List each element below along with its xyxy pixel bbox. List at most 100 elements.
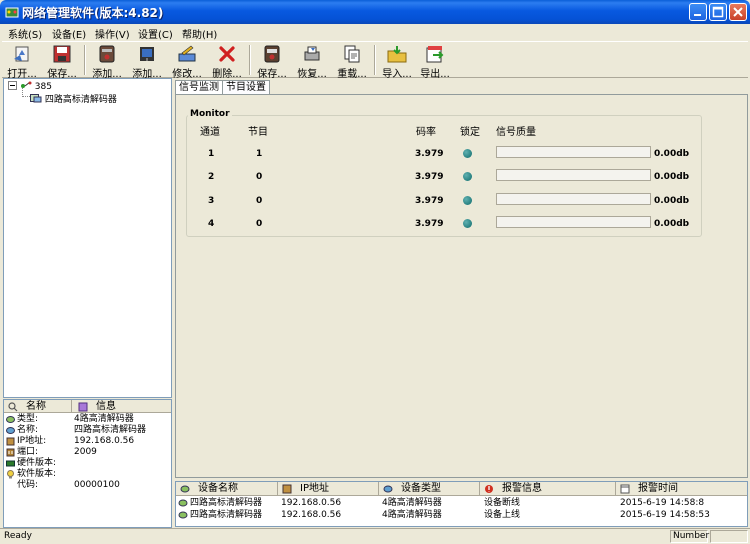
edit-button[interactable]: 修改... xyxy=(168,43,206,80)
ip-address-icon xyxy=(282,484,292,494)
property-row: 硬件版本: xyxy=(4,458,171,469)
title-bar[interactable]: 网络管理软件(版本:4.82) xyxy=(0,0,750,24)
alarm-list-header: 设备名称 IP地址 设备类型 报警信息 报警时间 xyxy=(176,482,747,496)
tab-program-settings[interactable]: 节目设置 xyxy=(222,80,270,95)
save-config-button[interactable]: 保存... xyxy=(253,43,291,80)
add-device-icon xyxy=(99,45,115,63)
monitor-group-title: Monitor xyxy=(188,109,232,119)
channel-cell: 1 xyxy=(208,149,215,159)
app-icon xyxy=(5,7,19,18)
port-icon xyxy=(6,448,15,457)
toolbar: 打开... 保存... 添加... 添加... 修改... 删除... 保存..… xyxy=(2,41,748,80)
lock-status-icon xyxy=(463,172,472,181)
col-header-device-type[interactable]: 设备类型 xyxy=(379,482,480,496)
property-row: 名称: 四路高标清解码器 xyxy=(4,425,171,436)
lock-status-icon xyxy=(463,219,472,228)
properties-panel: 名称 信息 类型: 4路高清解码器 名称: 四路高标清解码器 IP地址: 192.16… xyxy=(3,399,172,528)
export-icon xyxy=(426,46,444,63)
alarm-list: 设备名称 IP地址 设备类型 报警信息 报警时间 四路高标清解码器 192.16… xyxy=(175,481,748,527)
quality-cell: 0.00db xyxy=(654,172,690,182)
delete-button[interactable]: 删除... xyxy=(208,43,246,80)
alarm-icon xyxy=(485,485,493,493)
hardware-icon xyxy=(6,460,15,467)
quality-cell: 0.00db xyxy=(654,219,690,229)
name-icon xyxy=(6,427,15,434)
header-channel: 通道 xyxy=(200,127,220,138)
import-button[interactable]: 导入... xyxy=(378,43,416,80)
ip-icon xyxy=(6,437,15,446)
quality-bar xyxy=(496,169,651,181)
monitor-panel: Monitor 通道 节目 码率 锁定 信号质量 1 1 3.979 0.00d… xyxy=(175,94,748,478)
import-icon xyxy=(387,46,407,63)
minimize-button[interactable] xyxy=(689,3,707,21)
alarm-row[interactable]: 四路高标清解码器 192.168.0.56 4路高清解码器 设备断线 2015-… xyxy=(176,497,747,509)
bulb-icon xyxy=(7,470,14,479)
export-button[interactable]: 导出... xyxy=(416,43,454,80)
toolbar-separator xyxy=(84,45,86,75)
quality-cell: 0.00db xyxy=(654,196,690,206)
tree-root[interactable]: 385 xyxy=(8,81,52,92)
menu-settings[interactable]: 设置(C) xyxy=(138,26,173,41)
col-header-info[interactable]: 信息 xyxy=(72,400,171,413)
lock-status-icon xyxy=(463,149,472,158)
quality-bar xyxy=(496,193,651,205)
status-bar: Ready Number xyxy=(0,528,750,544)
edit-label: 修改... xyxy=(172,69,202,80)
property-row: IP地址: 192.168.0.56 xyxy=(4,436,171,447)
decoder-icon xyxy=(30,94,42,103)
collapse-icon[interactable] xyxy=(8,81,17,90)
bitrate-cell: 3.979 xyxy=(415,149,444,159)
program-cell: 0 xyxy=(256,196,263,206)
tree-item-decoder[interactable]: 四路高标清解码器 xyxy=(30,92,117,105)
minimize-icon xyxy=(694,14,701,16)
header-quality: 信号质量 xyxy=(496,127,536,138)
status-pane-number: Number xyxy=(670,530,709,543)
menu-device[interactable]: 设备(E) xyxy=(52,26,86,41)
reload-label: 重载... xyxy=(337,69,367,80)
menu-system[interactable]: 系统(S) xyxy=(8,26,42,41)
header-lock: 锁定 xyxy=(460,127,480,138)
toolbar-separator xyxy=(374,45,376,75)
save-config-label: 保存... xyxy=(257,69,287,80)
property-row: 类型: 4路高清解码器 xyxy=(4,414,171,425)
menu-operation[interactable]: 操作(V) xyxy=(95,26,130,41)
alarm-row[interactable]: 四路高标清解码器 192.168.0.56 4路高清解码器 设备上线 2015-… xyxy=(176,509,747,521)
type-icon xyxy=(6,416,15,423)
add-device-2-button[interactable]: 添加... xyxy=(128,43,166,80)
channel-cell: 4 xyxy=(208,219,215,229)
device-status-icon xyxy=(178,499,188,507)
col-header-device-name[interactable]: 设备名称 xyxy=(176,482,278,496)
maximize-button[interactable] xyxy=(709,3,727,21)
window-title: 网络管理软件(版本:4.82) xyxy=(22,6,164,20)
quality-bar xyxy=(496,216,651,228)
quality-bar xyxy=(496,146,651,158)
col-header-alarm-time[interactable]: 报警时间 xyxy=(616,482,747,496)
edit-icon xyxy=(178,45,196,62)
delete-label: 删除... xyxy=(212,69,242,80)
save-button[interactable]: 保存... xyxy=(43,43,81,80)
col-header-name[interactable]: 名称 xyxy=(4,400,72,413)
channel-cell: 3 xyxy=(208,196,215,206)
add-device-button[interactable]: 添加... xyxy=(88,43,126,80)
menu-help[interactable]: 帮助(H) xyxy=(182,26,217,41)
tree-line xyxy=(22,96,30,97)
device-status-icon xyxy=(178,511,188,519)
close-icon xyxy=(733,7,743,17)
tree-item-label: 四路高标清解码器 xyxy=(44,95,117,105)
property-row: 代码: 00000100 xyxy=(17,480,120,490)
toolbar-separator xyxy=(249,45,251,75)
reload-button[interactable]: 重载... xyxy=(333,43,371,80)
open-button[interactable]: 打开... xyxy=(3,43,41,80)
bitrate-cell: 3.979 xyxy=(415,196,444,206)
reload-icon xyxy=(344,45,360,63)
col-header-ip[interactable]: IP地址 xyxy=(278,482,379,496)
tree-root-label: 385 xyxy=(34,82,52,92)
tab-signal-monitor[interactable]: 信号监测 xyxy=(175,80,223,95)
col-header-alarm-info[interactable]: 报警信息 xyxy=(480,482,616,496)
bitrate-cell: 3.979 xyxy=(415,219,444,229)
close-button[interactable] xyxy=(729,3,747,21)
program-cell: 0 xyxy=(256,172,263,182)
status-text: Ready xyxy=(4,531,32,541)
restore-button[interactable]: 恢复... xyxy=(293,43,331,80)
quality-cell: 0.00db xyxy=(654,149,690,159)
